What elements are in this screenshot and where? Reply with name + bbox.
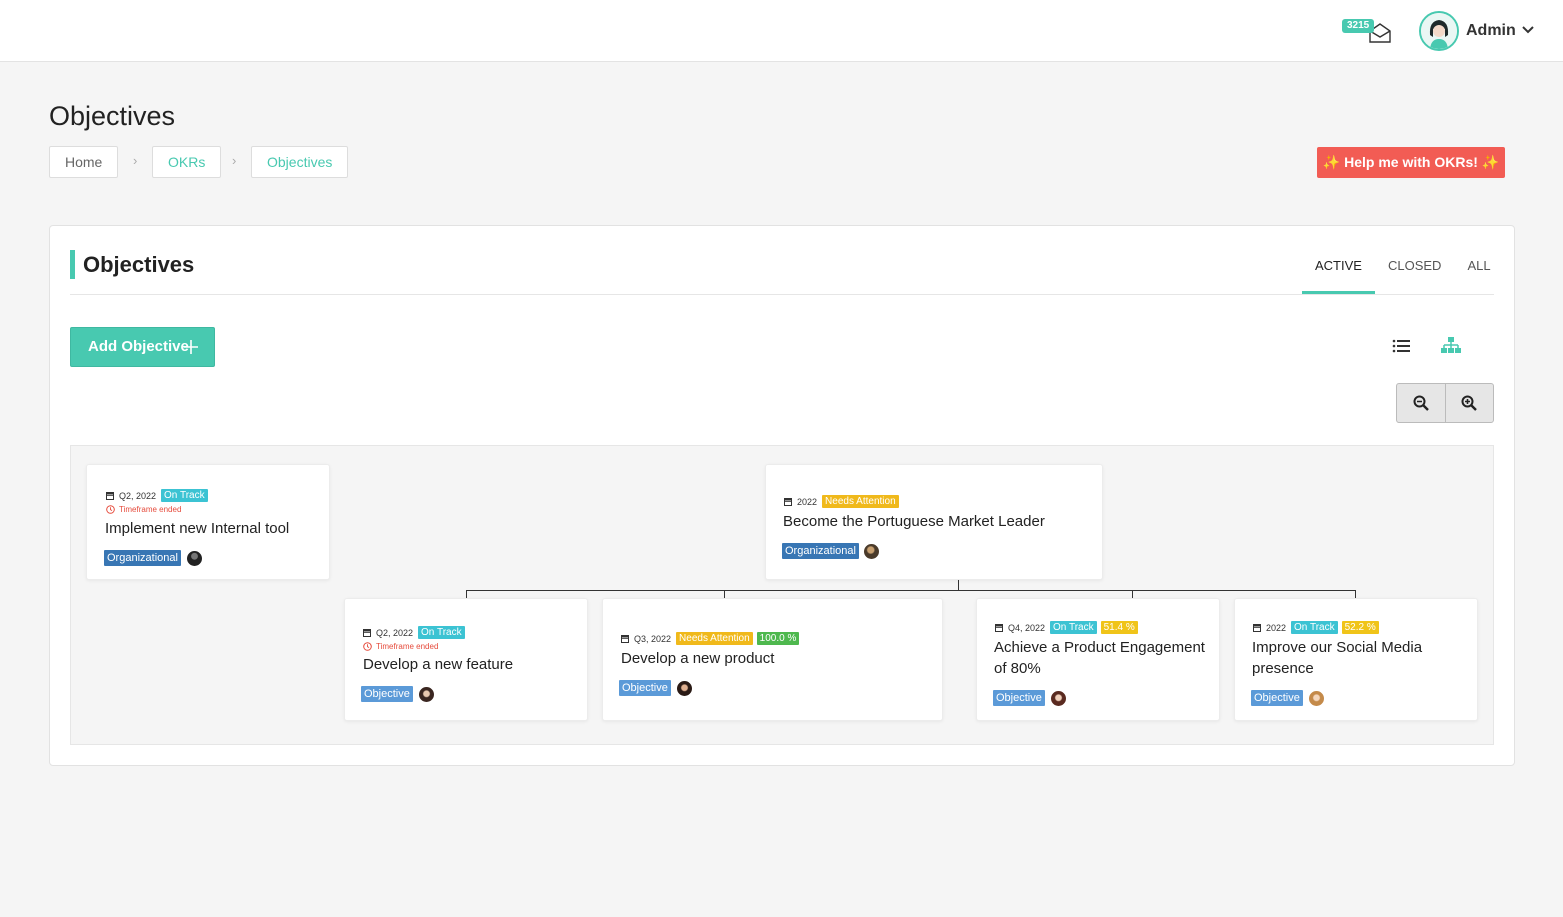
objective-node[interactable]: 2022 On Track 52.2 % Improve our Social …: [1234, 598, 1478, 721]
objective-period: Q2, 2022: [376, 627, 414, 638]
objective-period: Q3, 2022: [634, 633, 672, 644]
breadcrumb-objectives[interactable]: Objectives: [251, 146, 349, 178]
tab-all[interactable]: ALL: [1454, 250, 1503, 295]
calendar-icon: [363, 629, 371, 637]
breadcrumb-okrs[interactable]: OKRs: [152, 146, 222, 178]
calendar-icon: [106, 492, 114, 500]
tree-connector: [958, 580, 959, 590]
objective-period: 2022: [1266, 622, 1287, 633]
chevron-down-icon[interactable]: [1521, 24, 1535, 36]
objective-node[interactable]: Q2, 2022 On Track Timeframe ended Develo…: [344, 598, 588, 721]
owner-avatar[interactable]: [419, 687, 434, 702]
status-tabs: ACTIVE CLOSED ALL: [1302, 250, 1504, 295]
type-tag: Organizational: [782, 543, 859, 559]
tree-connector: [466, 590, 1356, 591]
tree-connector: [724, 590, 725, 598]
objective-title[interactable]: Develop a new feature: [363, 654, 513, 675]
objective-node[interactable]: Q2, 2022 On Track Timeframe ended Implem…: [86, 464, 330, 580]
plus-icon: [184, 340, 198, 354]
clock-icon: [106, 505, 115, 514]
objective-period: Q2, 2022: [119, 490, 157, 501]
zoom-out-button[interactable]: [1397, 384, 1445, 422]
tree-connector: [1355, 590, 1356, 598]
status-badge: On Track: [161, 489, 208, 502]
tab-closed[interactable]: CLOSED: [1375, 250, 1454, 295]
timeframe-ended-text: Timeframe ended: [376, 642, 439, 651]
user-name[interactable]: Admin: [1466, 22, 1516, 40]
card-title: Objectives: [83, 252, 195, 277]
owner-avatar[interactable]: [1051, 691, 1066, 706]
status-badge: On Track: [1291, 621, 1338, 634]
calendar-icon: [1253, 624, 1261, 632]
objective-node[interactable]: Q3, 2022 Needs Attention 100.0 % Develop…: [602, 598, 943, 721]
title-accent-bar: [70, 250, 75, 279]
calendar-icon: [995, 624, 1003, 632]
zoom-controls: [1396, 383, 1494, 423]
calendar-icon: [621, 635, 629, 643]
objective-node[interactable]: 2022 Needs Attention Become the Portugue…: [765, 464, 1103, 580]
progress-badge: 51.4 %: [1100, 621, 1138, 634]
breadcrumb-home[interactable]: Home: [49, 146, 119, 178]
type-tag: Objective: [361, 686, 413, 702]
breadcrumb-separator: ›: [133, 153, 138, 168]
objective-title[interactable]: Develop a new product: [621, 648, 774, 669]
owner-avatar[interactable]: [1309, 691, 1324, 706]
calendar-icon: [784, 498, 792, 506]
list-view-icon[interactable]: [1392, 338, 1410, 354]
help-with-okrs-button[interactable]: ✨ Help me with OKRs! ✨: [1317, 147, 1505, 178]
status-badge: Needs Attention: [822, 495, 899, 508]
breadcrumb-separator: ›: [232, 153, 237, 168]
add-objective-label: Add Objective: [88, 338, 189, 355]
objective-title[interactable]: Implement new Internal tool: [105, 518, 289, 539]
objective-title[interactable]: Achieve a Product Engagement of 80%: [994, 637, 1209, 679]
tree-connector: [1132, 590, 1133, 598]
type-tag: Objective: [619, 680, 671, 696]
tree-view-icon[interactable]: [1441, 336, 1461, 356]
zoom-in-button[interactable]: [1444, 384, 1493, 422]
owner-avatar[interactable]: [187, 551, 202, 566]
clock-icon: [363, 642, 372, 651]
objective-period: 2022: [797, 496, 818, 507]
objective-period: Q4, 2022: [1008, 622, 1046, 633]
type-tag: Organizational: [104, 550, 181, 566]
status-badge: On Track: [1050, 621, 1097, 634]
owner-avatar[interactable]: [677, 681, 692, 696]
zoom-out-icon: [1413, 395, 1429, 411]
objective-title[interactable]: Become the Portuguese Market Leader: [783, 511, 1045, 532]
type-tag: Objective: [993, 690, 1045, 706]
status-badge: On Track: [418, 626, 465, 639]
progress-badge: 100.0 %: [756, 632, 800, 645]
page-title: Objectives: [49, 101, 176, 131]
divider: [70, 294, 1494, 295]
progress-badge: 52.2 %: [1341, 621, 1379, 634]
zoom-in-icon: [1461, 395, 1478, 411]
owner-avatar[interactable]: [864, 544, 879, 559]
avatar[interactable]: [1419, 11, 1459, 51]
objective-node[interactable]: Q4, 2022 On Track 51.4 % Achieve a Produ…: [976, 598, 1220, 721]
add-objective-button[interactable]: Add Objective: [70, 327, 215, 367]
tab-active[interactable]: ACTIVE: [1302, 250, 1375, 295]
tree-connector: [466, 590, 467, 598]
top-bar: 3215 Admin: [0, 0, 1563, 62]
objective-title[interactable]: Improve our Social Media presence: [1252, 637, 1467, 679]
timeframe-ended-text: Timeframe ended: [119, 505, 182, 514]
type-tag: Objective: [1251, 690, 1303, 706]
mail-count-badge[interactable]: 3215: [1342, 19, 1375, 33]
status-badge: Needs Attention: [676, 632, 753, 645]
